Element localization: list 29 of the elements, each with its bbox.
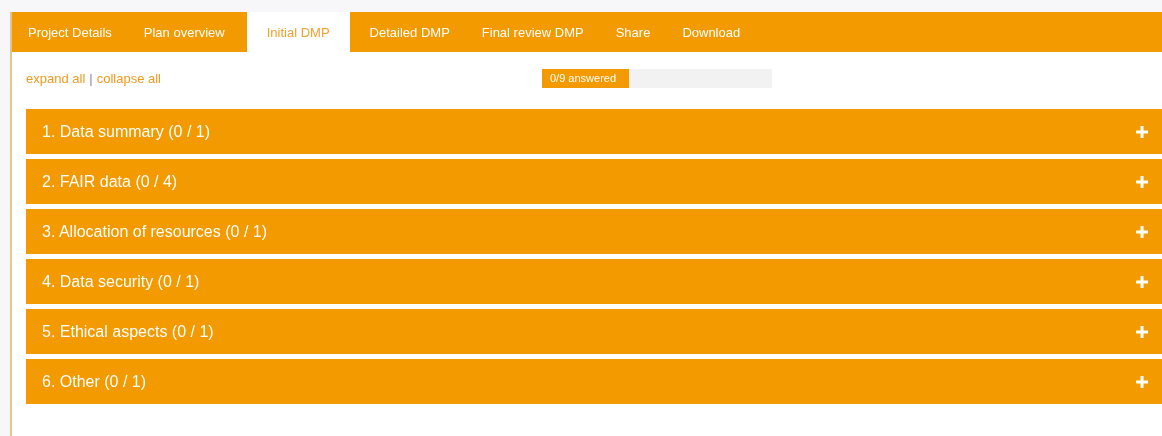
section-title: 5. Ethical aspects (0 / 1): [42, 322, 214, 341]
tab[interactable]: Initial DMP: [246, 12, 350, 52]
plus-icon: [1136, 125, 1148, 138]
collapse-all-link[interactable]: collapse all: [96, 70, 161, 86]
progress-fill: 0/9 answered: [542, 68, 630, 88]
section-title: 3. Allocation of resources (0 / 1): [42, 222, 267, 241]
section-title: 1. Data summary (0 / 1): [42, 122, 211, 141]
tab[interactable]: Download: [666, 12, 757, 52]
plus-icon: [1136, 375, 1148, 388]
section-header[interactable]: 4. Data security (0 / 1): [26, 259, 1162, 304]
section-title: 6. Other (0 / 1): [42, 372, 147, 391]
tab[interactable]: Detailed DMP: [353, 12, 466, 52]
plus-icon: [1136, 275, 1148, 288]
tab[interactable]: Share: [599, 12, 667, 52]
section-header[interactable]: 5. Ethical aspects (0 / 1): [26, 309, 1162, 354]
expand-all-link[interactable]: expand all: [26, 70, 86, 86]
plus-icon: [1136, 175, 1148, 188]
separator: |: [89, 70, 93, 86]
section-header[interactable]: 2. FAIR data (0 / 4): [26, 159, 1162, 204]
section-header[interactable]: 6. Other (0 / 1): [26, 359, 1162, 404]
tab[interactable]: Plan overview: [127, 12, 241, 52]
plus-icon: [1136, 225, 1148, 238]
section-title: 4. Data security (0 / 1): [42, 272, 200, 291]
section-header[interactable]: 1. Data summary (0 / 1): [26, 109, 1162, 154]
plus-icon: [1136, 325, 1148, 338]
section-header[interactable]: 3. Allocation of resources (0 / 1): [26, 209, 1162, 254]
tab[interactable]: Final review DMP: [465, 12, 600, 52]
tab[interactable]: Project Details: [12, 12, 128, 52]
section-title: 2. FAIR data (0 / 4): [42, 172, 178, 191]
